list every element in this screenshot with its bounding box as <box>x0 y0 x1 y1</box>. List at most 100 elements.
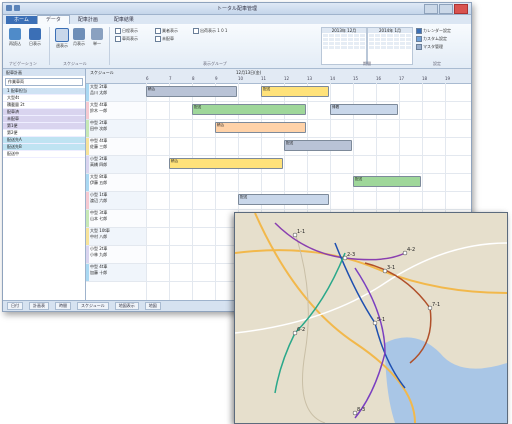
driver-name: 中村 八郎 <box>90 234 108 239</box>
row-label: 大型 2t車 品川 太郎 <box>86 84 146 101</box>
window-title: トータル配車管理 <box>216 6 257 12</box>
row-color-marker <box>86 264 89 281</box>
driver-name: 小林 九郎 <box>90 252 108 257</box>
driver-name: 品川 太郎 <box>90 90 108 95</box>
checkbox-icon <box>155 28 161 34</box>
window-controls <box>424 4 468 14</box>
master-button[interactable]: マスタ管理 <box>416 44 443 50</box>
time-label: 14 <box>330 76 336 81</box>
master-icon <box>416 44 422 50</box>
filter-vehicle[interactable]: 車両表示 <box>115 36 138 42</box>
filter-shipment[interactable]: 出荷表示 1 0 1 <box>193 28 227 34</box>
status-tab[interactable]: 計画表 <box>29 302 49 310</box>
single-view-button[interactable]: 単一 <box>91 28 103 47</box>
calendar-icon <box>416 28 422 34</box>
schedule-row[interactable]: 中型 4t車 佐藤 三郎 <box>86 138 471 156</box>
task-bar[interactable]: 配送 <box>261 86 329 97</box>
row-color-marker <box>86 120 89 137</box>
task-bar[interactable]: 積込 <box>146 86 237 97</box>
group-label-display: 表示グループ <box>203 61 227 66</box>
minimize-button[interactable] <box>424 4 438 14</box>
task-bar[interactable]: 積込 <box>169 158 283 169</box>
filter-vendor[interactable]: 業者表示 <box>155 28 178 34</box>
button-label: カスタム設定 <box>423 36 447 41</box>
row-color-marker <box>86 246 89 263</box>
time-label: 16 <box>376 76 382 81</box>
row-label: 大型 10t車 中村 八郎 <box>86 228 146 245</box>
month-view-label: 月表示 <box>73 41 85 46</box>
list-item[interactable]: 第1便 <box>3 123 85 130</box>
calendar-month-1[interactable]: 2013年 12月 <box>321 27 367 65</box>
calendar-month-2[interactable]: 2014年 1月 <box>367 27 413 65</box>
filter-unassigned[interactable]: 未配車 <box>155 36 174 42</box>
task-bar[interactable]: 帰着 <box>330 104 398 115</box>
filter-schedule[interactable]: 日程表示 <box>115 28 138 34</box>
driver-name: 高橋 四郎 <box>90 162 108 167</box>
tab-plan[interactable]: 配車計画 <box>70 16 106 24</box>
single-view-label: 単一 <box>93 41 101 46</box>
task-bar[interactable]: 配送 <box>284 140 352 151</box>
list-item[interactable]: 1 配車担当 <box>3 88 85 95</box>
row-label: 小型 2t車 小林 九郎 <box>86 246 146 263</box>
map-label: 6-2 <box>297 327 305 333</box>
status-tab[interactable]: 時間 <box>55 302 71 310</box>
status-tab[interactable]: 地図 <box>144 302 161 310</box>
row-label: 中型 4t車 加藤 十郎 <box>86 264 146 281</box>
ribbon-separator <box>49 27 50 65</box>
ribbon-tabs: ホーム データ 配車計画 配車結果 <box>3 15 471 24</box>
list-item[interactable]: 積載量 2t <box>3 102 85 109</box>
checkbox-icon <box>115 36 121 42</box>
close-button[interactable] <box>454 4 468 14</box>
task-bar[interactable]: 配送 <box>353 176 421 187</box>
checkbox-icon <box>115 28 121 34</box>
list-item[interactable]: 大型4t <box>3 95 85 102</box>
tab-result[interactable]: 配車結果 <box>106 16 142 24</box>
vehicle-select[interactable]: 作業車両 <box>5 78 83 86</box>
time-label: 17 <box>399 76 405 81</box>
maximize-button[interactable] <box>439 4 453 14</box>
time-label: 12 <box>284 76 290 81</box>
time-label: 19 <box>445 76 451 81</box>
week-icon <box>55 28 69 42</box>
status-tab[interactable]: 日付 <box>7 302 23 310</box>
tab-home[interactable]: ホーム <box>6 16 37 24</box>
time-label: 11 <box>261 76 267 81</box>
row-label: 中型 2t車 田中 次郎 <box>86 120 146 137</box>
checkbox-icon <box>155 36 161 42</box>
left-panel-header: 配車計画 <box>3 69 85 76</box>
time-label: 8 <box>192 76 195 81</box>
task-bar[interactable]: 配送 <box>238 194 329 205</box>
month-view-button[interactable]: 月表示 <box>73 28 85 47</box>
day-view-button[interactable]: 日表示 <box>29 28 41 47</box>
task-bar[interactable]: 配送 <box>192 104 306 115</box>
status-tab[interactable]: 地図表示 <box>114 302 139 310</box>
week-view-button[interactable]: 週表示 <box>55 28 69 49</box>
map-label: 4-2 <box>407 247 415 253</box>
route-map[interactable]: 1-1 2-3 3-1 4-2 5-1 6-2 7-1 8-3 <box>234 212 508 424</box>
list-item[interactable]: 配車済 <box>3 109 85 116</box>
driver-name: 加藤 十郎 <box>90 270 108 275</box>
filter-label: 車両表示 <box>122 36 138 41</box>
row-label: 大型 4t車 鈴木 一郎 <box>86 102 146 119</box>
list-item[interactable]: 配送先B <box>3 144 85 151</box>
driver-name: 佐藤 三郎 <box>90 144 108 149</box>
map-label: 3-1 <box>387 265 395 271</box>
checkbox-icon <box>193 28 199 34</box>
reload-button[interactable]: 再読込 <box>9 28 21 47</box>
status-tab[interactable]: スケジュール <box>77 302 109 310</box>
calendar-settings-button[interactable]: カレンダー設定 <box>416 28 451 34</box>
tab-data[interactable]: データ <box>36 15 70 24</box>
list-item[interactable]: 未配車 <box>3 116 85 123</box>
task-bar[interactable]: 積込 <box>215 122 306 133</box>
group-label-period: 期間 <box>363 61 371 66</box>
list-item[interactable]: 配送中 <box>3 151 85 158</box>
map-label: 1-1 <box>297 229 305 235</box>
list-item[interactable]: 配送先A <box>3 137 85 144</box>
filter-label: 出荷表示 1 0 1 <box>200 28 228 33</box>
map-label: 2-3 <box>347 252 355 258</box>
custom-settings-button[interactable]: カスタム設定 <box>416 36 447 42</box>
time-label: 18 <box>422 76 428 81</box>
filter-label: 業者表示 <box>162 28 178 33</box>
list-item[interactable]: 第2便 <box>3 130 85 137</box>
row-color-marker <box>86 228 89 245</box>
